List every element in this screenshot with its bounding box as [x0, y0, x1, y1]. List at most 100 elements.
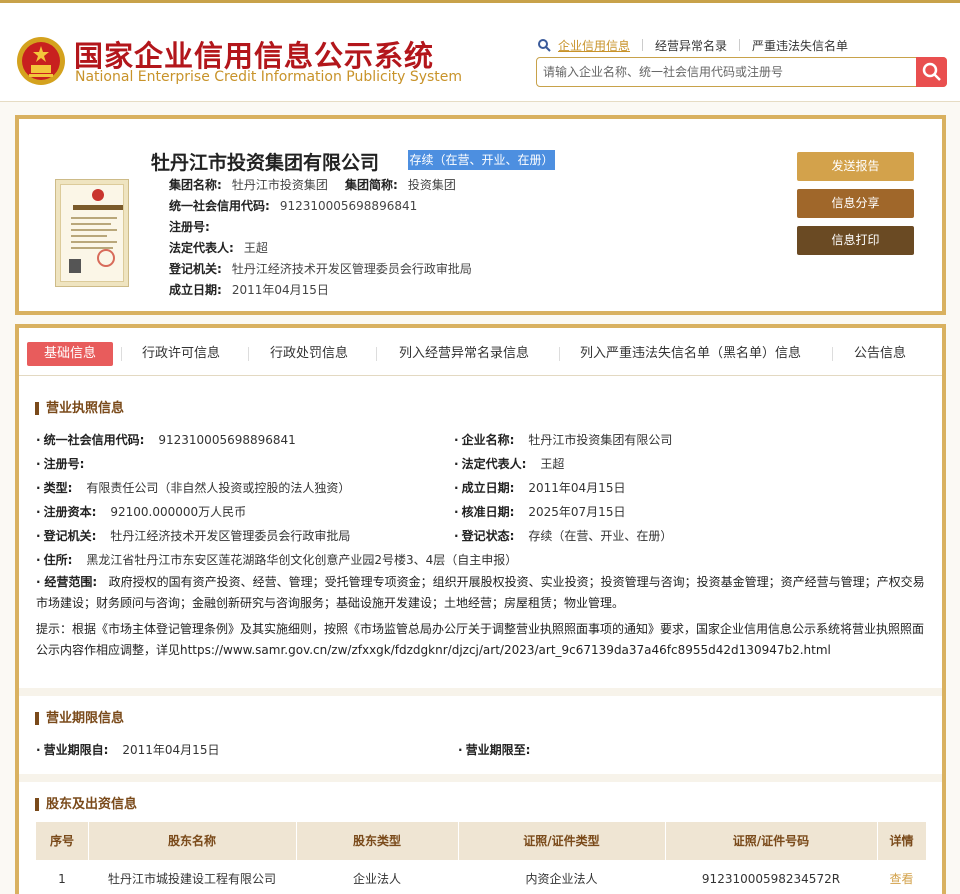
- value: 92100.000000万人民币: [110, 505, 247, 519]
- group-name-field: 集团名称: 牡丹江市投资集团: [169, 176, 328, 193]
- license-title-bar: [73, 205, 123, 210]
- search-button[interactable]: [916, 57, 947, 87]
- license-text-line: [71, 235, 107, 237]
- license-paper: [60, 184, 124, 282]
- tab-admin-license[interactable]: 行政许可信息: [142, 342, 220, 366]
- license-founded-field: · 成立日期: 2011年04月15日: [454, 481, 626, 495]
- share-info-button[interactable]: 信息分享: [797, 189, 914, 218]
- license-credit-code-field: · 统一社会信用代码: 912310005698896841: [36, 433, 296, 447]
- value: 牡丹江经济技术开发区管理委员会行政审批局: [110, 529, 351, 543]
- label: 类型:: [43, 481, 73, 495]
- view-detail-link[interactable]: 查看: [877, 860, 926, 894]
- credit-code-label: 统一社会信用代码:: [169, 199, 270, 213]
- label: 营业期限自:: [43, 743, 109, 757]
- column-divider: [877, 822, 878, 894]
- company-summary-card: 牡丹江市投资集团有限公司 存续（在营、开业、在册） 集团名称: 牡丹江市投资集团 …: [15, 115, 946, 315]
- value: 黑龙江省牡丹江市东安区莲花湖路华创文化创意产业园2号楼3、4层（自主申报）: [86, 553, 518, 567]
- tab-announcements[interactable]: 公告信息: [854, 342, 906, 366]
- site-subtitle: National Enterprise Credit Information P…: [75, 69, 463, 85]
- label: 统一社会信用代码:: [43, 433, 145, 447]
- term-to-field: · 营业期限至:: [458, 743, 531, 757]
- value: 912310005698896841: [158, 433, 296, 447]
- label: 营业期限至:: [465, 743, 531, 757]
- column-divider: [296, 822, 297, 894]
- tab-abnormal-list[interactable]: 列入经营异常名录信息: [399, 342, 529, 366]
- value: 2025年07月15日: [528, 505, 626, 519]
- cell-name: 牡丹江市城投建设工程有限公司: [107, 872, 276, 886]
- value: 2011年04月15日: [528, 481, 626, 495]
- table-header: 序号 股东名称 股东类型 证照/证件类型 证照/证件号码 详情: [36, 822, 926, 860]
- shareholders-section-title: 股东及出资信息: [35, 798, 137, 811]
- license-text-line: [71, 241, 117, 243]
- tab-divider: [121, 347, 122, 361]
- license-reg-status-field: · 登记状态: 存续（在营、开业、在册）: [454, 529, 673, 543]
- tab-admin-penalty[interactable]: 行政处罚信息: [270, 342, 348, 366]
- label: 登记状态:: [461, 529, 515, 543]
- col-cert-no: 证照/证件号码: [732, 834, 810, 848]
- tab-divider: [376, 347, 377, 361]
- col-detail: 详情: [889, 834, 914, 848]
- license-address-field: · 住所: 黑龙江省牡丹江市东安区莲花湖路华创文化创意产业园2号楼3、4层（自主申报…: [36, 553, 518, 567]
- legal-rep-value: 王超: [243, 241, 268, 255]
- license-scope-field: · 经营范围: 政府授权的国有资产投资、经营、管理；受托管理专项资金；组织开展股…: [36, 575, 925, 610]
- label: 经营范围:: [44, 575, 98, 589]
- label: 核准日期:: [461, 505, 515, 519]
- value: 有限责任公司（非自然人投资或控股的法人独资）: [86, 481, 351, 495]
- nav-divider: [642, 39, 644, 51]
- col-cert-type: 证照/证件类型: [523, 834, 600, 848]
- send-report-button[interactable]: 发送报告: [797, 152, 914, 181]
- col-index: 序号: [49, 834, 74, 848]
- license-legal-rep-field: · 法定代表人: 王超: [454, 457, 565, 471]
- license-section-title: 营业执照信息: [35, 402, 124, 415]
- label: 注册资本:: [43, 505, 97, 519]
- legal-rep-label: 法定代表人:: [169, 241, 234, 255]
- cell-cert-type: 内资企业法人: [525, 872, 598, 886]
- credit-code-value: 912310005698896841: [279, 199, 418, 213]
- group-name-value: 牡丹江市投资集团: [231, 178, 328, 192]
- print-info-button[interactable]: 信息打印: [797, 226, 914, 255]
- label: 登记机关:: [43, 529, 97, 543]
- license-text-line: [71, 217, 117, 219]
- label: 成立日期:: [461, 481, 515, 495]
- founded-value: 2011年04月15日: [231, 283, 329, 297]
- legal-rep-field: 法定代表人: 王超: [169, 239, 268, 256]
- nav-abnormal-list[interactable]: 经营异常名录: [655, 37, 727, 54]
- license-emblem-icon: [92, 189, 104, 201]
- col-name: 股东名称: [167, 834, 216, 848]
- nav-enterprise-credit[interactable]: 企业信用信息: [558, 37, 630, 54]
- value: 牡丹江市投资集团有限公司: [528, 433, 673, 447]
- column-divider: [665, 822, 666, 894]
- term-from-field: · 营业期限自: 2011年04月15日: [36, 743, 220, 757]
- group-short-field: 集团简称: 投资集团: [345, 176, 456, 193]
- search-icon: [538, 39, 551, 52]
- tab-divider: [832, 347, 833, 361]
- section-divider: [19, 774, 942, 782]
- table-row: 1 牡丹江市城投建设工程有限公司 企业法人 内资企业法人 91231000598…: [36, 860, 926, 894]
- cell-type: 企业法人: [352, 872, 401, 886]
- nav-blacklist[interactable]: 严重违法失信名单: [752, 37, 848, 54]
- license-text-line: [71, 229, 117, 231]
- license-approved-field: · 核准日期: 2025年07月15日: [454, 505, 626, 519]
- license-notice: 提示：根据《市场主体登记管理条例》及其实施细则，按照《市场监管总局办公厅关于调整…: [36, 622, 925, 657]
- tab-basic-info[interactable]: 基础信息: [27, 342, 113, 366]
- value: 2011年04月15日: [122, 743, 220, 757]
- license-type-field: · 类型: 有限责任公司（非自然人投资或控股的法人独资）: [36, 481, 351, 495]
- search-input[interactable]: [537, 58, 915, 86]
- authority-value: 牡丹江经济技术开发区管理委员会行政审批局: [231, 262, 472, 276]
- site-header: 国家企业信用信息公示系统 National Enterprise Credit …: [0, 3, 960, 102]
- group-name-label: 集团名称:: [169, 178, 222, 192]
- qr-code-icon: [69, 259, 81, 273]
- founded-label: 成立日期:: [169, 283, 222, 297]
- license-authority-field: · 登记机关: 牡丹江经济技术开发区管理委员会行政审批局: [36, 529, 351, 543]
- license-name-field: · 企业名称: 牡丹江市投资集团有限公司: [454, 433, 673, 447]
- national-emblem-icon: [17, 37, 65, 85]
- business-license-thumbnail[interactable]: [55, 179, 129, 287]
- info-tabs: 基础信息 行政许可信息 行政处罚信息 列入经营异常名录信息 列入严重违法失信名单…: [19, 328, 942, 376]
- top-nav: 企业信用信息 经营异常名录 严重违法失信名单: [537, 36, 848, 54]
- value: 王超: [540, 457, 565, 471]
- tab-blacklist[interactable]: 列入严重违法失信名单（黑名单）信息: [580, 342, 801, 366]
- cell-cert-no: 91231000598234572R: [701, 872, 841, 886]
- section-divider: [19, 688, 942, 696]
- value: 政府授权的国有资产投资、经营、管理；受托管理专项资金；组织开展股权投资、实业投资…: [36, 575, 925, 610]
- search-icon: [922, 62, 941, 81]
